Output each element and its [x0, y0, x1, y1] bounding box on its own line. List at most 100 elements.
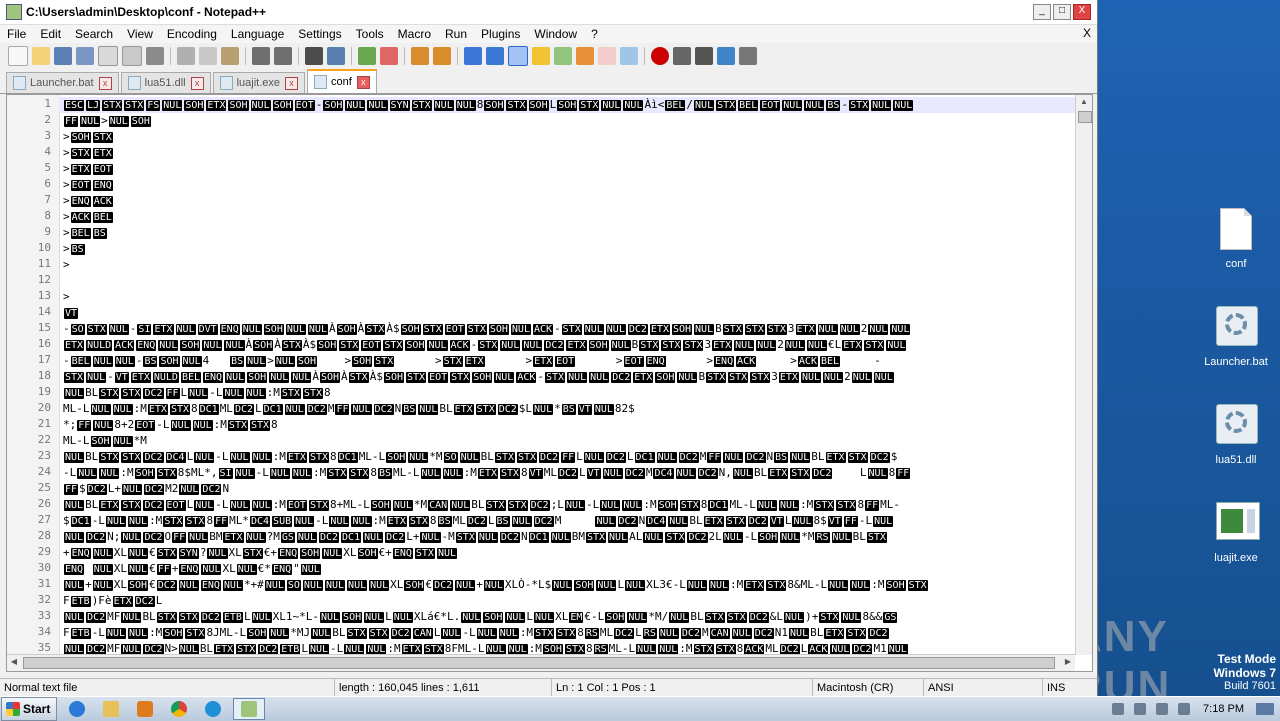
code-line[interactable]: > EOT ENQ: [59, 177, 1079, 193]
zoom-out-icon[interactable]: [380, 47, 398, 65]
code-line[interactable]: NUL DC2 MF NUL BL STX STX DC2 ETB L NUL XL1~*L- NUL S…: [59, 609, 1079, 625]
scroll-left-icon[interactable]: ◀: [7, 655, 21, 669]
code-line[interactable]: FF NUL > NUL SOH: [59, 113, 1079, 129]
code-line[interactable]: ML-L SOH NUL *M: [59, 433, 1079, 449]
zoom-in-icon[interactable]: [358, 47, 376, 65]
code-line[interactable]: > ETX EOT: [59, 161, 1079, 177]
save-all-icon[interactable]: [76, 47, 94, 65]
replace-icon[interactable]: [327, 47, 345, 65]
show-desktop-button[interactable]: [1256, 703, 1274, 715]
save-icon[interactable]: [54, 47, 72, 65]
stop-macro-icon[interactable]: [673, 47, 691, 65]
save-macro-icon[interactable]: [739, 47, 757, 65]
flag-icon[interactable]: [1178, 703, 1191, 715]
code-line[interactable]: > ACK BEL: [59, 209, 1079, 225]
code-line[interactable]: NUL BL STX STX DC2 DC4 L NUL -L NUL NUL:M ETX STX 8 DC…: [59, 449, 1079, 465]
scroll-right-icon[interactable]: ▶: [1061, 655, 1075, 669]
vertical-scrollbar[interactable]: ▲: [1075, 95, 1092, 655]
menu-settings[interactable]: Settings: [291, 27, 348, 41]
find-icon[interactable]: [305, 47, 323, 65]
tab-close-icon[interactable]: x: [98, 76, 112, 90]
doc-map-icon[interactable]: [554, 47, 572, 65]
menu-search[interactable]: Search: [68, 27, 120, 41]
code-line[interactable]: F ETB -L NUL NUL:M SOH STX 8JML-L SOH NUL *MJ NUL BL…: [59, 625, 1079, 641]
menu-language[interactable]: Language: [224, 27, 291, 41]
cut-icon[interactable]: [177, 47, 195, 65]
action-center-icon[interactable]: [1156, 703, 1169, 715]
code-line[interactable]: *; FF NUL 8+2 EOT -L NUL NUL:M STX STX 8: [59, 417, 1079, 433]
indent-guide-icon[interactable]: [508, 46, 528, 66]
editor-pane[interactable]: 1 2 3 4 5 6 7 8 9 10 11 12 13 14 15 16 17 18 19 20 21 22 23 24 2…: [6, 94, 1093, 672]
taskbar-ie[interactable]: [63, 699, 91, 719]
function-list-icon[interactable]: [576, 47, 594, 65]
network-icon[interactable]: [1134, 703, 1147, 715]
sync-horizontal-icon[interactable]: [433, 47, 451, 65]
menu-tools[interactable]: Tools: [349, 27, 391, 41]
code-line[interactable]: NUL BL ETX STX DC2 EOT L NUL -L NUL NUL:M EOT STX 8+M…: [59, 497, 1079, 513]
code-line[interactable]: > STX ETX: [59, 145, 1079, 161]
desktop-icon-launcher[interactable]: Launcher.bat: [1196, 306, 1276, 368]
code-line[interactable]: ESC LJ STX STX FS NUL SOH ETX SOH NUL SOH EOT - SOH NU…: [59, 97, 1079, 113]
menu-run[interactable]: Run: [438, 27, 474, 41]
code-line[interactable]: > ENQ ACK: [59, 193, 1079, 209]
sync-vertical-icon[interactable]: [411, 47, 429, 65]
menu-macro[interactable]: Macro: [391, 27, 438, 41]
close-file-icon[interactable]: [98, 46, 118, 66]
code-line[interactable]: >: [59, 289, 1079, 305]
folder-workspace-icon[interactable]: [598, 47, 616, 65]
code-line[interactable]: - SO STX NUL - SI ETX NUL DVT ENQ NUL SOH NUL NUL À SOH…: [59, 321, 1079, 337]
code-line[interactable]: ML-L NUL NUL:M ETX STX 8 DC1 ML DC2 L DC1 NUL DC2 M FF…: [59, 401, 1079, 417]
code-line[interactable]: NUL + NUL XL SOH € DC2 NUL ENQ NUL *+# NUL SO NUL NUL N…: [59, 577, 1079, 593]
menu-file[interactable]: File: [0, 27, 33, 41]
close-all-icon[interactable]: [122, 46, 142, 66]
menu-view[interactable]: View: [120, 27, 160, 41]
scroll-up-icon[interactable]: ▲: [1076, 95, 1092, 109]
copy-icon[interactable]: [199, 47, 217, 65]
title-bar[interactable]: C:\Users\admin\Desktop\conf - Notepad++ …: [0, 0, 1097, 25]
horizontal-scrollbar[interactable]: ◀ ▶: [7, 654, 1075, 671]
code-line[interactable]: [59, 273, 1079, 289]
paste-icon[interactable]: [221, 47, 239, 65]
play-macro-icon[interactable]: [695, 47, 713, 65]
monitoring-icon[interactable]: [620, 47, 638, 65]
show-all-chars-icon[interactable]: [486, 47, 504, 65]
tab-launcher-bat[interactable]: Launcher.bat x: [6, 72, 119, 93]
language-icon[interactable]: [532, 47, 550, 65]
code-line[interactable]: F ETB)Fè ETX DC2 L: [59, 593, 1079, 609]
vertical-scroll-thumb[interactable]: [1078, 111, 1092, 123]
volume-icon[interactable]: [1112, 703, 1125, 715]
code-line[interactable]: -L NUL NUL:M SOH STX 8$ML*, SI NUL -L NUL NUL:M STX…: [59, 465, 1079, 481]
close-document-button[interactable]: X: [1083, 26, 1091, 40]
new-file-icon[interactable]: [8, 46, 28, 66]
print-icon[interactable]: [146, 47, 164, 65]
start-button[interactable]: Start: [1, 697, 58, 721]
code-line[interactable]: VT: [59, 305, 1079, 321]
taskbar-edge[interactable]: [199, 699, 227, 719]
desktop-icon-luajit[interactable]: luajit.exe: [1196, 502, 1276, 564]
code-line[interactable]: >: [59, 257, 1079, 273]
taskbar-media-player[interactable]: [131, 699, 159, 719]
menu-window[interactable]: Window: [527, 27, 584, 41]
run-macro-multiple-icon[interactable]: [717, 47, 735, 65]
undo-icon[interactable]: [252, 47, 270, 65]
menu-help[interactable]: ?: [584, 27, 605, 41]
clock[interactable]: 7:18 PM: [1203, 703, 1244, 715]
redo-icon[interactable]: [274, 47, 292, 65]
code-area[interactable]: ESC LJ STX STX FS NUL SOH ETX SOH NUL SOH EOT - SOH NU…: [59, 95, 1079, 655]
taskbar-chrome[interactable]: [165, 699, 193, 719]
code-line[interactable]: NUL BL STX STX DC2 FF L NUL -L NUL NUL:M STX STX 8: [59, 385, 1079, 401]
maximize-button[interactable]: □: [1053, 4, 1071, 20]
tab-close-icon[interactable]: x: [285, 76, 299, 90]
close-button[interactable]: X: [1073, 4, 1091, 20]
tab-luajit-exe[interactable]: luajit.exe x: [212, 72, 306, 93]
status-encoding[interactable]: ANSI: [924, 679, 1043, 697]
code-line[interactable]: NUL DC2 N; NUL DC2 O FF NUL BM ETX NUL ?M GS NUL DC2 DC…: [59, 529, 1079, 545]
code-line[interactable]: + ENQ NUL XL NUL € STX SYN? NUL XL STX €+ ENQ SOH NUL X…: [59, 545, 1079, 561]
code-line[interactable]: > SOH STX: [59, 129, 1079, 145]
tab-close-icon[interactable]: x: [356, 75, 370, 89]
desktop-icon-lua51[interactable]: lua51.dll: [1196, 404, 1276, 466]
word-wrap-icon[interactable]: [464, 47, 482, 65]
minimize-button[interactable]: _: [1033, 4, 1051, 20]
notepadpp-icon[interactable]: [6, 4, 22, 20]
horizontal-scroll-thumb[interactable]: [23, 657, 1055, 669]
